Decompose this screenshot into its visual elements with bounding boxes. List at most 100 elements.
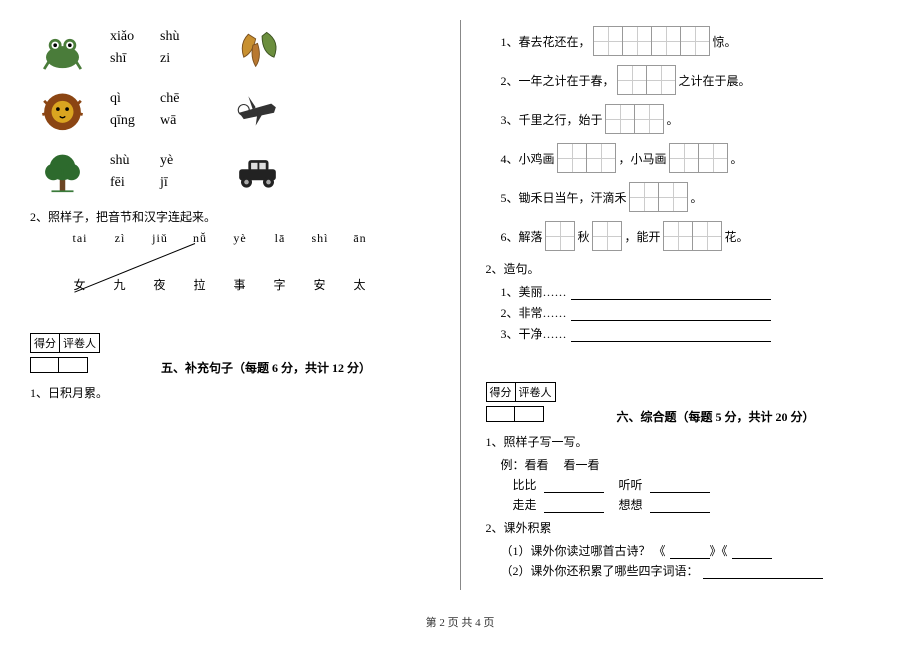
hanzi: 拉 bbox=[180, 276, 220, 293]
fill-mid2: ，能开 bbox=[625, 228, 661, 245]
make-label: 3、干净…… bbox=[501, 327, 567, 341]
char-boxes[interactable] bbox=[593, 221, 622, 251]
fill-3: 3、千里之行，始于 。 bbox=[501, 101, 891, 137]
page-container: xiǎoshù shīzi qìchē qīngwā bbox=[0, 0, 920, 610]
char-boxes[interactable] bbox=[606, 104, 664, 134]
blank-line[interactable] bbox=[650, 481, 710, 493]
blank-line[interactable] bbox=[703, 567, 823, 579]
syllable: lā bbox=[260, 231, 300, 246]
syllable: ān bbox=[340, 231, 380, 246]
example-answer: 看一看 bbox=[564, 458, 600, 472]
char-boxes[interactable] bbox=[618, 65, 676, 95]
make-3: 3、干净…… bbox=[501, 325, 891, 342]
fill-5: 5、锄禾日当午，汗滴禾 。 bbox=[501, 179, 891, 215]
section5-title: 五、补充句子（每题 6 分，共计 12 分） bbox=[161, 359, 371, 376]
blank-line[interactable] bbox=[544, 481, 604, 493]
make-1: 1、美丽…… bbox=[501, 283, 891, 300]
left-column: xiǎoshù shīzi qìchē qīngwā bbox=[30, 20, 435, 590]
blank-line[interactable] bbox=[670, 547, 710, 559]
pinyin: xiǎo bbox=[110, 26, 160, 48]
q6-1: 1、照样子写一写。 bbox=[486, 433, 891, 450]
pinyin: wā bbox=[160, 110, 210, 132]
pinyin: shī bbox=[110, 48, 160, 70]
column-divider bbox=[460, 20, 461, 590]
score-box-blank[interactable] bbox=[486, 406, 544, 422]
syllable: yè bbox=[220, 231, 260, 246]
fill-pre: 6、解落 bbox=[501, 228, 543, 245]
pinyin: jī bbox=[160, 172, 210, 194]
char-boxes[interactable] bbox=[594, 26, 710, 56]
char-boxes[interactable] bbox=[630, 182, 688, 212]
q6-2-2-text: （2）课外你还积累了哪些四字词语： bbox=[501, 564, 699, 578]
right-column: 1、春去花还在， 惊。 2、一年之计在于春， 之计在于晨。 3、千里之行，始于 … bbox=[486, 20, 891, 590]
blank-line[interactable] bbox=[571, 309, 771, 321]
q5-1: 1、日积月累。 bbox=[30, 384, 435, 401]
fill-6: 6、解落 秋 ，能开 花。 bbox=[501, 218, 891, 254]
blank-line[interactable] bbox=[732, 547, 772, 559]
pinyin-row-3: shùyè fēijī bbox=[30, 144, 435, 200]
airplane-image bbox=[225, 82, 290, 138]
fill-pre: 5、锄禾日当午，汗滴禾 bbox=[501, 189, 627, 206]
blank-line[interactable] bbox=[571, 330, 771, 342]
fill-1: 1、春去花还在， 惊。 bbox=[501, 23, 891, 59]
char-boxes[interactable] bbox=[664, 221, 722, 251]
leaves-image bbox=[225, 20, 290, 76]
fill-post: 。 bbox=[731, 150, 743, 167]
pinyin: zi bbox=[160, 48, 210, 70]
section5-header: 得分 评卷人 五、补充句子（每题 6 分，共计 12 分） bbox=[30, 313, 435, 378]
lion-image bbox=[30, 82, 95, 138]
fill-mid: ，小马画 bbox=[619, 150, 667, 167]
q6-2-1-text: （1）课外你读过哪首古诗？ 《 bbox=[501, 544, 666, 558]
fill-2: 2、一年之计在于春， 之计在于晨。 bbox=[501, 62, 891, 98]
blank-line[interactable] bbox=[650, 501, 710, 513]
pinyin: shù bbox=[110, 150, 160, 172]
word: 听听 bbox=[619, 478, 643, 492]
q2-title: 2、照样子，把音节和汉字连起来。 bbox=[30, 208, 435, 225]
reviewer-label: 评卷人 bbox=[60, 334, 99, 352]
fill-mid: 秋 bbox=[578, 228, 590, 245]
syllable: zì bbox=[100, 231, 140, 246]
pinyin-row-1: xiǎoshù shīzi bbox=[30, 20, 435, 76]
syllable: tai bbox=[60, 231, 100, 246]
q2-make-title: 2、造句。 bbox=[486, 260, 891, 277]
word: 想想 bbox=[619, 498, 643, 512]
pinyin: fēi bbox=[110, 172, 160, 194]
page-footer: 第 2 页 共 4 页 bbox=[0, 610, 920, 634]
section6-title: 六、综合题（每题 5 分，共计 20 分） bbox=[617, 408, 815, 425]
blank-line[interactable] bbox=[544, 501, 604, 513]
blank-line[interactable] bbox=[571, 288, 771, 300]
fill-pre: 3、千里之行，始于 bbox=[501, 111, 603, 128]
score-box: 得分 评卷人 bbox=[30, 333, 100, 353]
pinyin: qì bbox=[110, 88, 160, 110]
char-boxes[interactable] bbox=[546, 221, 575, 251]
car-image bbox=[225, 144, 290, 200]
syllable-row: tai zì jiǔ nǚ yè lā shì ān bbox=[30, 231, 435, 246]
match-area: tai zì jiǔ nǚ yè lā shì ān 女 九 夜 拉 事 字 安… bbox=[30, 231, 435, 293]
pinyin: chē bbox=[160, 88, 210, 110]
fill-post: 之计在于晨。 bbox=[679, 72, 751, 89]
practice-row-1: 比比 听听 bbox=[501, 476, 891, 493]
char-boxes[interactable] bbox=[670, 143, 728, 173]
section6-header: 得分 评卷人 六、综合题（每题 5 分，共计 20 分） bbox=[486, 362, 891, 427]
make-label: 2、非常…… bbox=[501, 306, 567, 320]
pinyin-pair-1: xiǎoshù shīzi bbox=[110, 26, 210, 70]
score-box-blank[interactable] bbox=[30, 357, 88, 373]
q6-2: 2、课外积累 bbox=[486, 519, 891, 536]
fill-post: 。 bbox=[691, 189, 703, 206]
pinyin: yè bbox=[160, 150, 210, 172]
frog-image bbox=[30, 20, 95, 76]
score-label: 得分 bbox=[31, 334, 60, 352]
word: 比比 bbox=[513, 478, 537, 492]
score-box: 得分 评卷人 bbox=[486, 382, 556, 402]
fill-pre: 2、一年之计在于春， bbox=[501, 72, 615, 89]
word: 走走 bbox=[513, 498, 537, 512]
hanzi: 太 bbox=[340, 276, 380, 293]
score-label: 得分 bbox=[487, 383, 516, 401]
hanzi: 事 bbox=[220, 276, 260, 293]
pinyin: qīng bbox=[110, 110, 160, 132]
fill-pre: 1、春去花还在， bbox=[501, 33, 591, 50]
hanzi: 安 bbox=[300, 276, 340, 293]
char-boxes[interactable] bbox=[558, 143, 616, 173]
example-row: 例：看看 看一看 bbox=[501, 456, 891, 473]
fill-4: 4、小鸡画 ，小马画 。 bbox=[501, 140, 891, 176]
